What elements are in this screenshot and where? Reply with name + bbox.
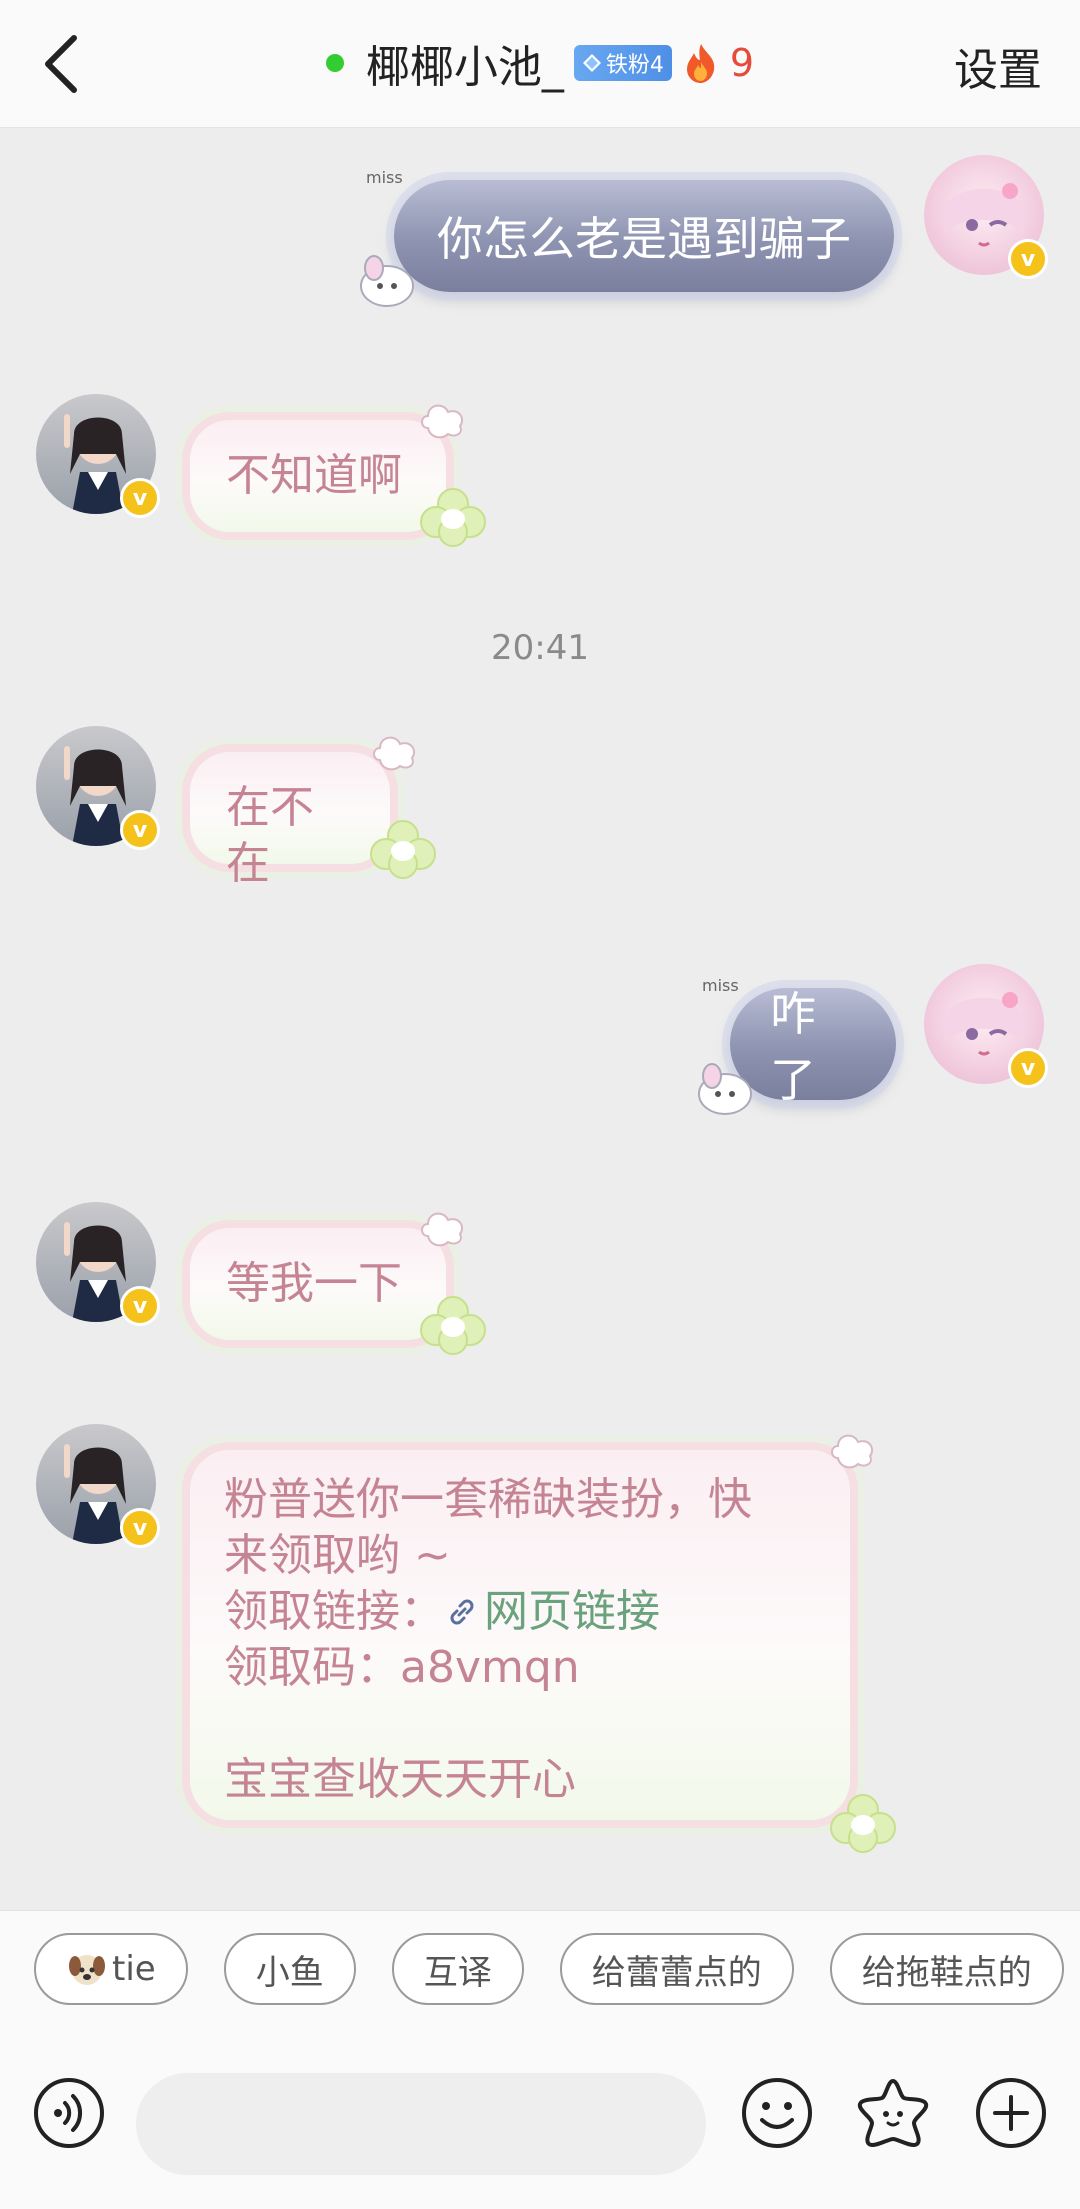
clover-sticker-icon [830, 1794, 896, 1853]
message-text: 你怎么老是遇到骗子 [437, 212, 851, 266]
cloud-sticker-icon [421, 1212, 464, 1247]
web-link-text: 网页链接 [484, 1586, 660, 1637]
message-line: 宝宝查收天天开心 [224, 1754, 576, 1805]
message-input[interactable] [136, 2073, 706, 2175]
quick-reply-label: 互译 [423, 1952, 492, 1993]
message-bubble[interactable]: 等我一下 [190, 1228, 446, 1340]
emoji-icon [742, 2078, 812, 2148]
miss-sticker-label: miss [366, 168, 403, 187]
voice-icon [34, 2078, 104, 2148]
dog-emoji-icon [69, 1955, 105, 1985]
voice-button[interactable] [32, 2076, 106, 2150]
message-text: 不知道啊 [226, 450, 402, 501]
contact-avatar[interactable]: v [36, 1424, 160, 1548]
more-button[interactable] [974, 2076, 1048, 2150]
quick-reply-chip[interactable]: 给拖鞋点的 [829, 1933, 1064, 2005]
message-bubble[interactable]: 你怎么老是遇到骗子 [394, 180, 894, 292]
web-link[interactable]: 网页链接 [444, 1586, 660, 1637]
settings-button[interactable]: 设置 [954, 34, 1042, 98]
message-line: 来领取哟 ~ [224, 1530, 451, 1581]
clover-sticker-icon [370, 820, 436, 879]
message-text: 等我一下 [226, 1258, 402, 1309]
message-line: 领取码：a8vmqn [224, 1642, 580, 1693]
chat-header: 椰椰小池_ 铁粉4 9 设置 [0, 0, 1080, 128]
contact-avatar[interactable]: v [36, 726, 160, 850]
sticker-icon [857, 2079, 929, 2147]
quick-reply-chip[interactable]: 给蕾蕾点的 [559, 1933, 794, 2005]
streak-count: 9 [729, 41, 755, 85]
message-bubble[interactable]: 在不在 [190, 752, 390, 889]
fan-badge-label: 铁粉4 [605, 53, 664, 78]
quick-reply-label: 小鱼 [255, 1952, 324, 1993]
message-line: 领取链接： 网页链接 [224, 1584, 816, 1640]
verified-badge: v [120, 478, 160, 518]
sticker-button[interactable] [856, 2076, 930, 2150]
cloud-sticker-icon [421, 404, 464, 439]
online-status-dot [325, 54, 344, 72]
chat-title[interactable]: 椰椰小池_ 铁粉4 9 [0, 30, 1080, 96]
quick-reply-chip[interactable]: 小鱼 [223, 1933, 356, 2005]
flame-icon [686, 44, 715, 83]
verified-badge: v [120, 810, 160, 850]
message-text: 在不在 [226, 782, 314, 889]
bunny-sticker-icon [360, 255, 414, 307]
message-bubble[interactable]: 不知道啊 [190, 420, 446, 532]
message-timestamp: 20:41 [491, 628, 589, 668]
link-icon [450, 1599, 474, 1625]
contact-name: 椰椰小池_ [365, 42, 564, 93]
cloud-sticker-icon [373, 736, 416, 771]
input-toolbar [0, 2043, 1080, 2183]
verified-badge: v [120, 1508, 160, 1548]
plus-icon [976, 2078, 1046, 2148]
quick-reply-label: tie [112, 1949, 156, 1989]
bunny-sticker-icon [698, 1063, 752, 1115]
cloud-sticker-icon [831, 1434, 874, 1469]
quick-reply-label: 给拖鞋点的 [861, 1952, 1032, 1993]
message-text: 咋了 [770, 987, 816, 1107]
contact-avatar[interactable]: v [36, 394, 160, 518]
bottom-panel: tie 小鱼 互译 给蕾蕾点的 给拖鞋点的 [0, 1910, 1080, 2209]
diamond-icon [582, 54, 601, 72]
miss-sticker-label: miss [702, 976, 739, 995]
verified-badge: v [1008, 1048, 1048, 1088]
my-avatar[interactable]: v [924, 964, 1048, 1088]
fan-level-badge: 铁粉4 [573, 45, 672, 81]
message-line: 粉普送你一套稀缺装扮，快 [224, 1474, 752, 1525]
my-avatar[interactable]: v [924, 155, 1048, 279]
contact-avatar[interactable]: v [36, 1202, 160, 1326]
link-prefix: 领取链接： [224, 1586, 444, 1637]
quick-reply-chip[interactable]: 互译 [391, 1933, 524, 2005]
verified-badge: v [120, 1286, 160, 1326]
clover-sticker-icon [420, 1296, 486, 1355]
quick-reply-label: 给蕾蕾点的 [591, 1952, 762, 1993]
quick-reply-chip[interactable]: tie [34, 1933, 188, 2005]
clover-sticker-icon [420, 488, 486, 547]
verified-badge: v [1008, 239, 1048, 279]
message-bubble[interactable]: 粉普送你一套稀缺装扮，快 来领取哟 ~ 领取链接： 网页链接 领取码：a8vmqn… [190, 1450, 850, 1820]
quick-reply-bar: tie 小鱼 互译 给蕾蕾点的 给拖鞋点的 [34, 1933, 1064, 2005]
emoji-button[interactable] [740, 2076, 814, 2150]
